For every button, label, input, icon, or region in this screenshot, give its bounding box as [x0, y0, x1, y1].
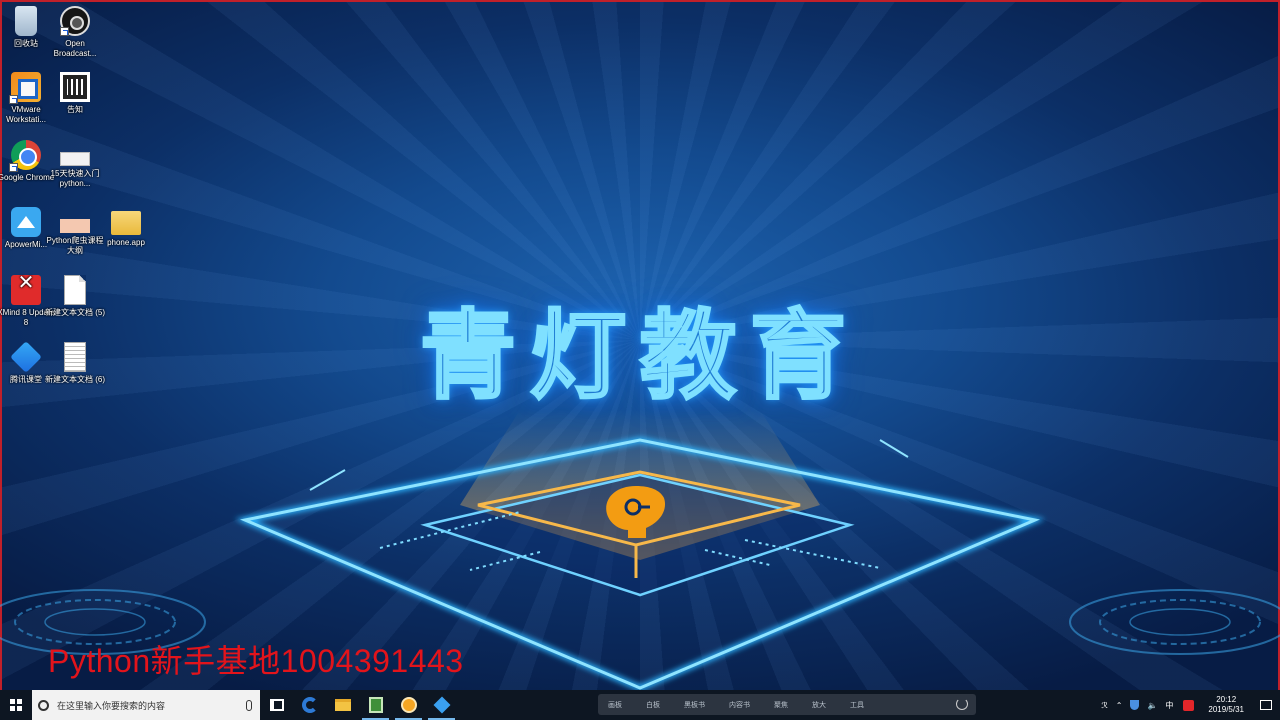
clock-time: 20:12 [1216, 695, 1237, 704]
search-placeholder: 在这里输入你要搜索的内容 [57, 700, 166, 711]
security-shield-icon[interactable] [1130, 700, 1140, 710]
system-tray: ℛ ⌃ 🔈 中 20:12 2019/5/31 [1097, 690, 1280, 720]
qingdeng-app-icon [400, 697, 417, 713]
volume-icon[interactable]: 🔈 [1147, 701, 1157, 710]
light-streak [309, 469, 346, 491]
tencent-classroom-icon [433, 696, 450, 714]
taskbar-app-green[interactable] [359, 690, 392, 720]
file-explorer-icon [334, 699, 351, 711]
taskbar: 在这里输入你要搜索的内容 画板 白板 黑板书 内容书 聚焦 放大 工具 ℛ ⌃ … [0, 690, 1280, 720]
start-button[interactable] [0, 690, 32, 720]
screen-tools-toolbar: 画板 白板 黑板书 内容书 聚焦 放大 工具 [598, 694, 976, 715]
watermark-text: Python新手基地1004391443 [48, 643, 464, 679]
image-viewer-icon [368, 697, 383, 713]
taskbar-tencent-classroom[interactable] [425, 690, 458, 720]
cortana-icon [38, 699, 49, 711]
taskbar-edge[interactable] [293, 690, 326, 720]
clock-date: 2019/5/31 [1208, 705, 1244, 714]
toolbar-item[interactable]: 画板 [608, 700, 622, 710]
task-view-icon [269, 699, 284, 711]
clock[interactable]: 20:12 2019/5/31 [1208, 695, 1244, 715]
toolbar-item[interactable]: 黑板书 [684, 700, 705, 710]
task-view-button[interactable] [260, 690, 293, 720]
toolbar-item[interactable]: 白板 [646, 700, 660, 710]
microphone-icon[interactable] [246, 699, 252, 711]
taskbar-file-explorer[interactable] [326, 690, 359, 720]
radar-rings-right [1069, 589, 1280, 655]
chevron-up-icon[interactable]: ⌃ [1116, 701, 1123, 710]
edge-icon [301, 697, 318, 713]
wallpaper-platform [0, 410, 1280, 690]
network-icon[interactable]: ℛ [1101, 701, 1107, 710]
windows-logo-icon [10, 699, 22, 711]
toolbar-item[interactable]: 放大 [812, 700, 826, 710]
power-icon[interactable] [956, 698, 968, 710]
light-streak [879, 439, 909, 458]
wps-icon[interactable] [1183, 699, 1195, 711]
toolbar-item[interactable]: 工具 [850, 700, 864, 710]
toolbar-item[interactable]: 聚焦 [774, 700, 788, 710]
toolbar-item[interactable]: 内容书 [729, 700, 750, 710]
ime-indicator[interactable]: 中 [1165, 700, 1173, 711]
taskbar-app-bulb[interactable] [392, 690, 425, 720]
taskbar-search-box[interactable]: 在这里输入你要搜索的内容 [32, 690, 260, 720]
notification-center-icon[interactable] [1260, 700, 1272, 710]
